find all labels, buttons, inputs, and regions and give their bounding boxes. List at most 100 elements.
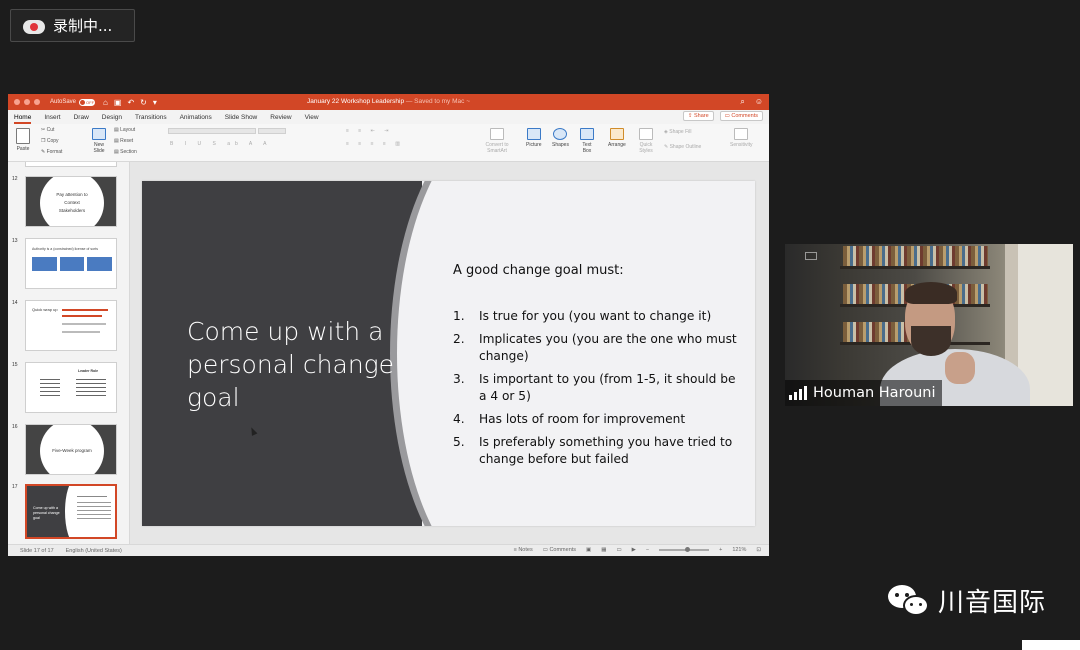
normal-view-icon[interactable]: ▣ (586, 547, 591, 553)
thumb-title: Leader Role (78, 369, 99, 373)
convert-smartart-label: Convert to SmartArt (485, 142, 509, 154)
paste-button[interactable]: Paste (16, 128, 30, 152)
cut-button[interactable]: ✂ Cut (41, 127, 54, 133)
slide-thumbnail-17[interactable]: Come up with a personal change goal (25, 484, 117, 539)
watermark-text: 川音国际 (938, 588, 1047, 618)
recording-badge[interactable]: 录制中... (10, 9, 135, 42)
arrange-icon (609, 128, 624, 140)
tab-draw[interactable]: Draw (74, 114, 89, 121)
participant-name: Houman Harouni (813, 385, 936, 401)
tab-insert[interactable]: Insert (44, 114, 60, 121)
signal-strength-icon (789, 386, 807, 400)
quick-styles-icon (639, 128, 653, 140)
fit-to-window-icon[interactable]: ⊡ (756, 547, 761, 553)
tab-transitions[interactable]: Transitions (135, 114, 167, 121)
language-indicator[interactable]: English (United States) (66, 548, 122, 554)
comments-label: Comments (731, 113, 758, 119)
item-text: Is preferably something you have tried t… (479, 435, 733, 466)
font-name-select[interactable] (168, 128, 256, 134)
sensitivity-button[interactable]: Sensitivity (730, 128, 753, 148)
picture-button[interactable]: Picture (526, 128, 542, 148)
zoom-in-button[interactable]: + (719, 547, 722, 553)
slide-sorter-icon[interactable]: ▦ (601, 547, 606, 553)
slide-number: 16 (12, 424, 18, 430)
comments-status-label: Comments (549, 547, 577, 553)
layout-label: Layout (120, 127, 136, 133)
share-label: Share (693, 113, 709, 119)
list-item: 5. Is preferably something you have tried… (453, 434, 738, 468)
shapes-button[interactable]: Shapes (552, 128, 569, 148)
shape-fill-button[interactable]: ◈ Shape Fill (664, 129, 691, 135)
current-slide[interactable]: Come up with a personal change goal A go… (142, 181, 755, 526)
font-format-buttons[interactable]: B I U S ab A A (170, 141, 271, 147)
paste-label: Paste (16, 146, 30, 152)
tab-view[interactable]: View (305, 114, 319, 121)
tab-animations[interactable]: Animations (180, 114, 212, 121)
copy-button[interactable]: ❐ Copy (41, 138, 59, 144)
slide-thumbnail-15[interactable]: Leader Role (25, 362, 117, 413)
layout-button[interactable]: ▤ Layout (114, 127, 135, 133)
copy-label: Copy (46, 138, 59, 144)
zoom-out-button[interactable]: − (646, 547, 649, 553)
font-size-select[interactable] (258, 128, 286, 134)
slide-thumbnail-16[interactable]: Five-Week program (25, 424, 117, 475)
align-buttons[interactable]: ≡ ≡ ≡ ≡ ▥ (346, 141, 404, 147)
format-painter-button[interactable]: ✎ Format (41, 149, 62, 155)
slide-heading[interactable]: A good change goal must: (453, 263, 624, 278)
tab-home[interactable]: Home (14, 114, 32, 124)
item-number: 5. (453, 435, 465, 449)
ribbon-tabs: Home Insert Draw Design Transitions Anim… (8, 110, 769, 124)
participant-label: Houman Harouni (785, 380, 942, 406)
share-button[interactable]: ⇪ Share (682, 111, 714, 121)
thumb-text: Pay attention to (56, 192, 88, 197)
tab-review[interactable]: Review (270, 114, 291, 121)
text-box-icon (580, 128, 594, 140)
slide-title[interactable]: Come up with a personal change goal (187, 315, 397, 414)
wechat-icon (888, 583, 930, 619)
list-item: 3. Is important to you (from 1-5, it shou… (453, 371, 738, 405)
slide-bullet-list[interactable]: 1. Is true for you (you want to change it… (453, 308, 738, 474)
zoom-slider[interactable] (659, 547, 710, 552)
search-icon[interactable]: ⌕ (740, 97, 744, 107)
item-text: Implicates you (you are the one who must… (479, 332, 737, 363)
shape-outline-button[interactable]: ✎ Shape Outline (664, 144, 701, 150)
slide-number: 15 (12, 362, 18, 368)
bookshelf (840, 266, 990, 269)
shape-fill-label: Shape Fill (669, 129, 692, 135)
comments-button[interactable]: ▭ Comments (719, 111, 763, 121)
webcam-video-tile[interactable]: Houman Harouni (785, 244, 1073, 406)
picture-label: Picture (526, 142, 542, 148)
text-box-button[interactable]: Text Box (579, 128, 595, 154)
account-icon[interactable]: ☺ (755, 97, 763, 107)
comments-status-button[interactable]: ▭ Comments (543, 547, 576, 553)
smartart-icon (490, 128, 504, 140)
bottom-edge-bar (1022, 640, 1080, 650)
title-bar: AutoSave OFF ⌂ ▣ ↶ ↻ ▾ January 22 Worksh… (8, 94, 769, 110)
slide-editing-canvas[interactable]: Come up with a personal change goal A go… (130, 162, 769, 544)
slide-thumbnail-12[interactable]: Pay attention to Context Stakeholders (25, 176, 117, 227)
notes-button[interactable]: ≡ Notes (514, 547, 533, 553)
zoom-level[interactable]: 121% (732, 547, 746, 553)
slide-thumbnail-11[interactable] (25, 162, 117, 167)
doc-title-text: January 22 Workshop Leadership (306, 98, 405, 105)
reset-button[interactable]: ▤ Reset (114, 138, 133, 144)
arrange-button[interactable]: Arrange (608, 128, 626, 148)
list-buttons[interactable]: ≡ ≡ ⇤ ⇥ (346, 128, 392, 134)
item-number: 3. (453, 372, 465, 386)
quick-styles-button[interactable]: Quick Styles (636, 128, 656, 154)
slide-thumbnail-14[interactable]: Quick wrap up (25, 300, 117, 351)
doc-save-status: — Saved to my Mac ~ (405, 98, 470, 105)
section-button[interactable]: ▤ Section (114, 149, 137, 155)
convert-smartart-button[interactable]: Convert to SmartArt (482, 128, 512, 154)
reading-view-icon[interactable]: ▭ (616, 547, 621, 553)
shape-outline-label: Shape Outline (669, 144, 702, 150)
new-slide-button[interactable]: New Slide (88, 128, 110, 154)
tab-slide-show[interactable]: Slide Show (225, 114, 258, 121)
slide-thumbnail-13[interactable]: Authority is a (constrained) license of … (25, 238, 117, 289)
slide-thumbnails-pane[interactable]: 12 Pay attention to Context Stakeholders… (8, 162, 130, 544)
slideshow-view-icon[interactable]: ▶ (632, 547, 636, 553)
watermark: 川音国际 (888, 582, 1046, 619)
slide-counter: Slide 17 of 17 (20, 547, 54, 554)
tab-design[interactable]: Design (102, 114, 122, 121)
arrange-label: Arrange (608, 142, 626, 148)
